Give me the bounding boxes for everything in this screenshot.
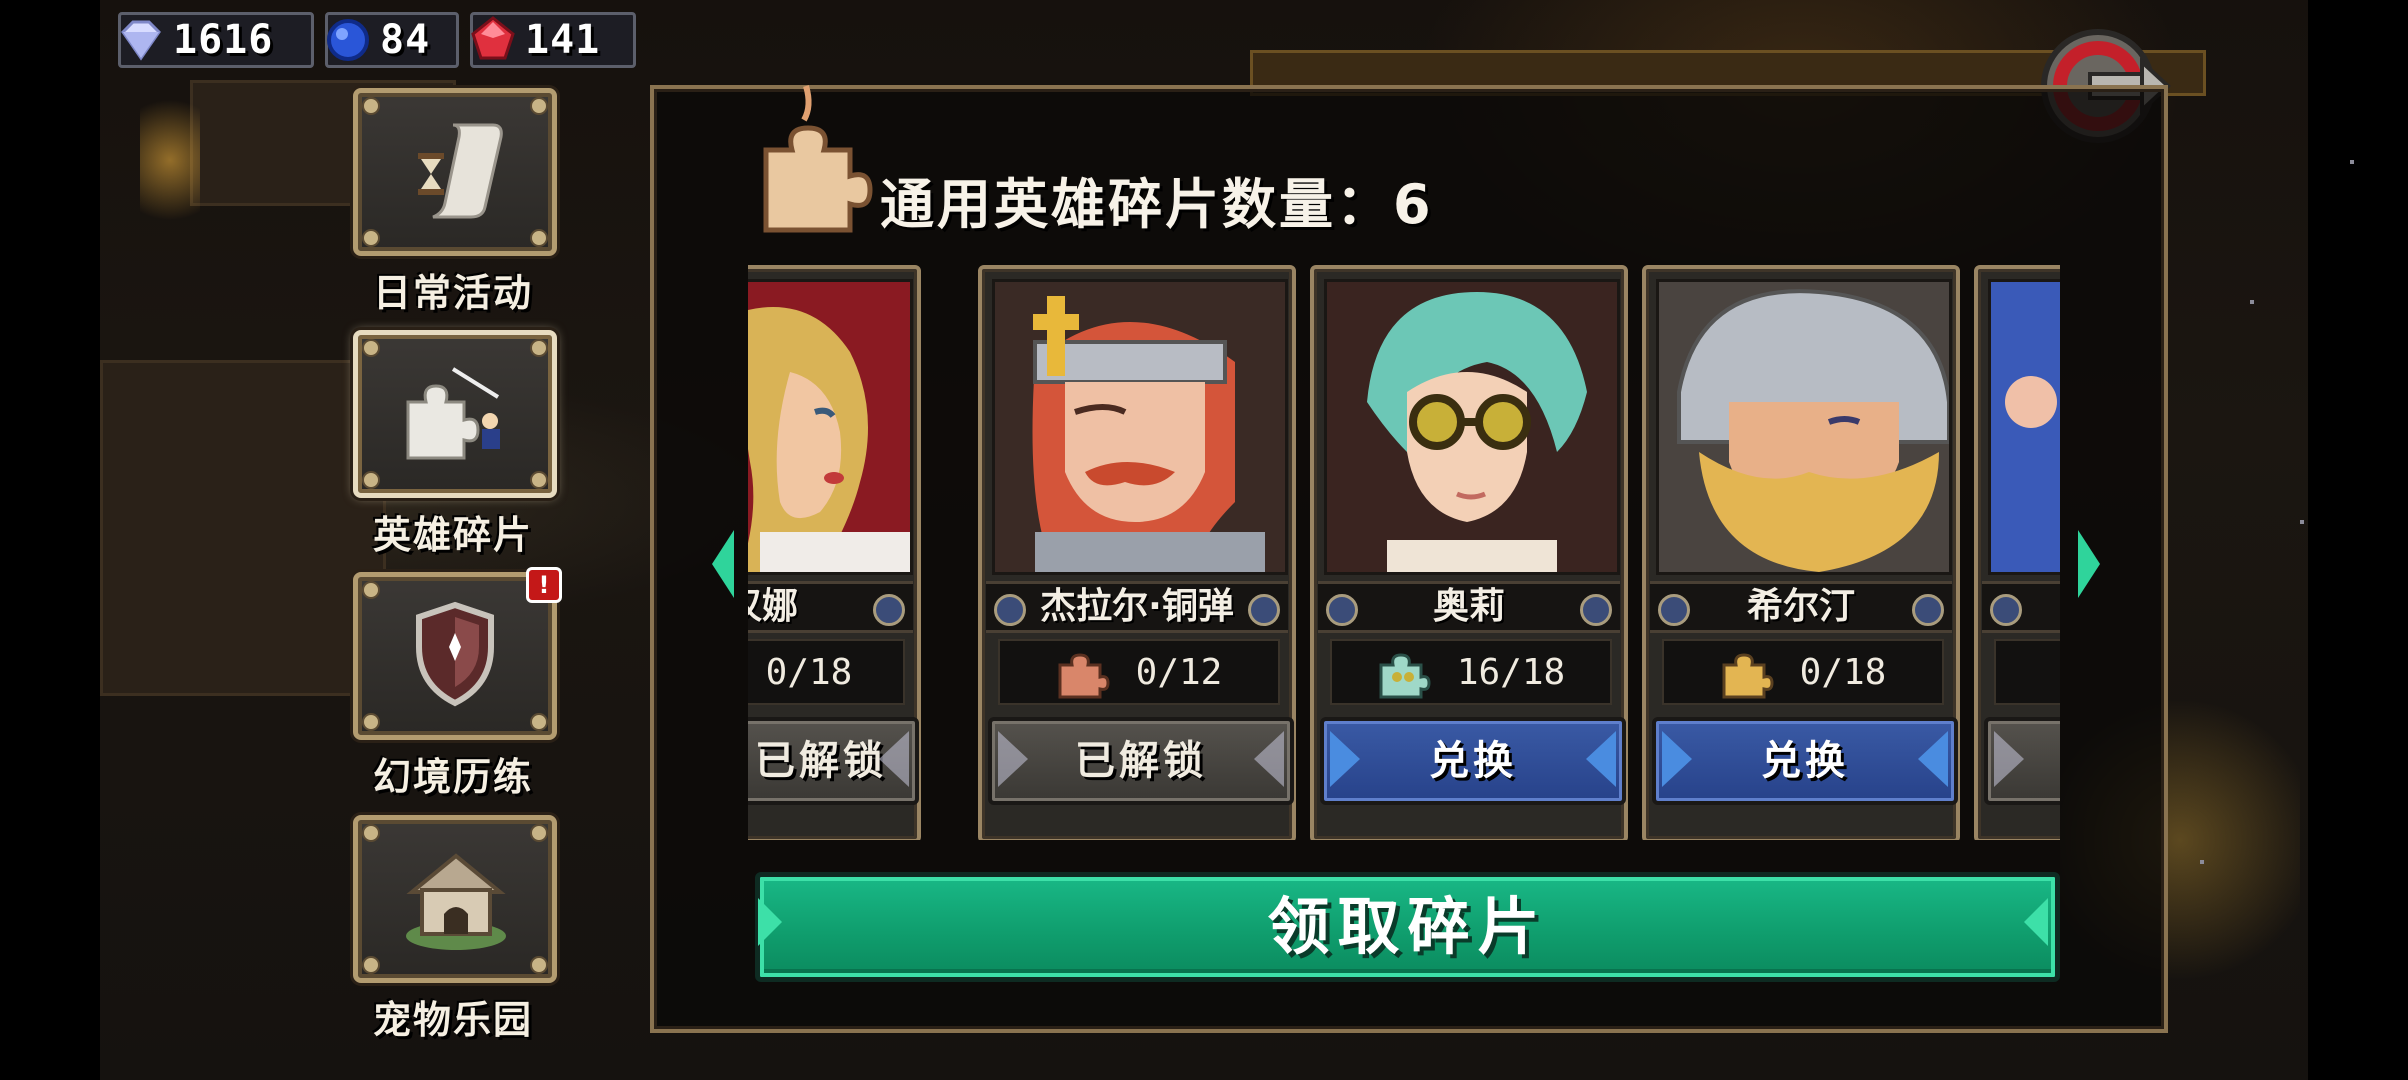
red-gem-icon (471, 16, 515, 60)
red-gem-count: 141 (525, 17, 601, 63)
puzzle-piece-icon (406, 367, 500, 460)
unlocked-button[interactable]: 已解锁 (988, 717, 1294, 805)
currency-red-gem: 141 (470, 12, 636, 68)
fragment-count: 16/18 (1330, 639, 1612, 705)
claim-left-ornament-icon (758, 898, 782, 946)
hero-portrait (1324, 279, 1620, 575)
hero-name: 奥莉 (1318, 581, 1620, 633)
hilding-fragment-icon (1722, 653, 1774, 699)
hero-name: 汉娜 (748, 581, 913, 633)
page-title: 通用英雄碎片数量：6 (880, 173, 1434, 236)
redeem-button[interactable]: 兑换 (1320, 717, 1626, 805)
side-label: 日常活动 (372, 271, 533, 315)
hero-card[interactable]: 杰拉尔·铜弹 0/12 已解锁 (978, 265, 1296, 840)
scroll-hourglass-icon (418, 123, 503, 219)
diamond-icon (121, 20, 161, 61)
hero-portrait (992, 279, 1288, 575)
alert-badge: ! (526, 567, 562, 603)
redeem-button[interactable]: 兑换 (1652, 717, 1958, 805)
currency-diamond: 1616 (118, 12, 314, 68)
hero-card[interactable]: 希尔汀 0/18 兑换 (1642, 265, 1960, 840)
scroll-right-arrow-icon[interactable] (2078, 530, 2100, 598)
scroll-left-arrow-icon[interactable] (712, 530, 734, 598)
hero-card-partial[interactable] (1974, 265, 2060, 840)
action-button[interactable] (1984, 717, 2060, 805)
bg-bookshelf (100, 360, 386, 696)
shield-icon (416, 601, 494, 707)
hero-portrait (1656, 279, 1952, 575)
fragment-count: 0/12 (998, 639, 1280, 705)
blue-gem-icon (327, 19, 369, 61)
fragment-count (1994, 639, 2060, 705)
side-item-illusion-training[interactable]: ! 幻境历练 (353, 567, 562, 801)
hero-portrait (748, 279, 913, 575)
side-label: 宠物乐园 (372, 998, 533, 1042)
side-item-pet-park[interactable]: 宠物乐园 (353, 815, 557, 1044)
doghouse-icon (406, 853, 506, 950)
side-card: ! (353, 567, 562, 740)
blue-gem-count: 84 (380, 17, 431, 63)
hero-portrait (1988, 279, 2060, 575)
side-item-hero-fragments[interactable]: 英雄碎片 (353, 330, 557, 559)
fragment-count: 0/18 (748, 639, 905, 705)
diamond-count: 1616 (173, 17, 274, 63)
hero-name: 希尔汀 (1650, 581, 1952, 633)
unlocked-button[interactable]: 已解锁 (748, 717, 919, 805)
side-card (353, 815, 557, 983)
olly-fragment-icon (1379, 653, 1431, 699)
hero-name: 杰拉尔·铜弹 (986, 581, 1288, 633)
gerard-fragment-icon (1058, 653, 1110, 699)
side-label: 幻境历练 (372, 755, 533, 799)
claim-fragments-label: 领取碎片 (1267, 890, 1548, 963)
hero-name (1982, 581, 2060, 633)
hero-card-carousel[interactable]: 汉娜 0/18 已解锁 杰拉尔·铜弹 (748, 265, 2060, 840)
hero-card[interactable]: 奥莉 16/18 兑换 (1310, 265, 1628, 840)
side-card (353, 88, 557, 256)
side-card (353, 330, 557, 498)
side-label: 英雄碎片 (372, 513, 533, 557)
fragment-count: 0/18 (1662, 639, 1944, 705)
bg-lamp (140, 100, 200, 220)
currency-blue-gem: 84 (325, 12, 459, 68)
claim-right-ornament-icon (2024, 898, 2048, 946)
side-item-daily-activity[interactable]: 日常活动 (353, 88, 557, 317)
fragment-puzzle-icon (763, 85, 873, 233)
claim-fragments-button[interactable]: 领取碎片 (755, 872, 2060, 982)
hero-card[interactable]: 汉娜 0/18 已解锁 (748, 265, 921, 840)
